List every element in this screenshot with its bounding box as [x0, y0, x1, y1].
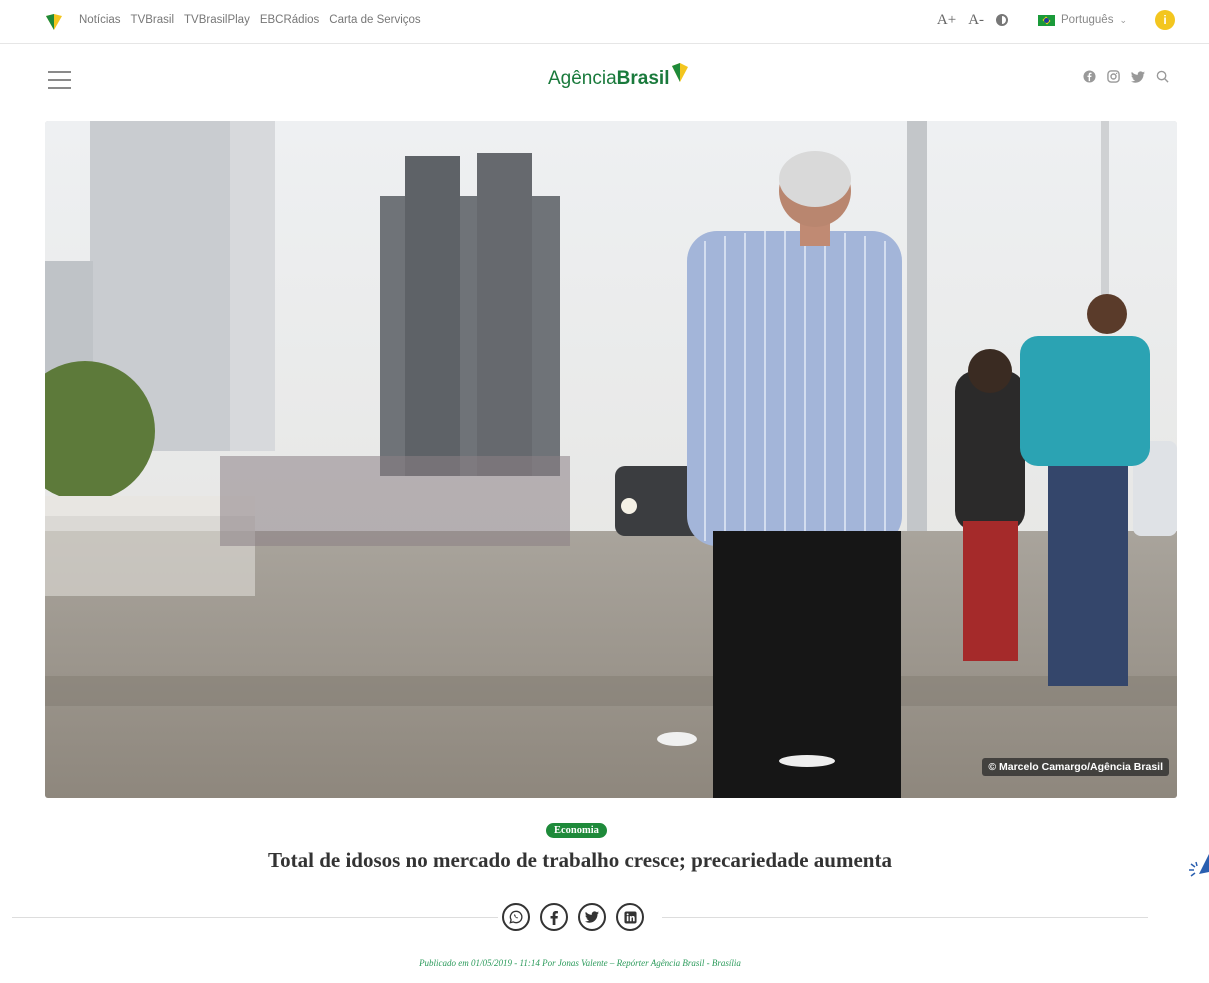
twitter-icon: [585, 911, 599, 923]
nav-tvbrasil[interactable]: TVBrasil: [131, 14, 174, 26]
photo-credit: © Marcelo Camargo/Agência Brasil: [982, 758, 1169, 776]
street-scene-illustration: [45, 121, 1177, 798]
share-linkedin-button[interactable]: [616, 903, 644, 931]
nav-ebcradios[interactable]: EBCRádios: [260, 14, 319, 26]
accessibility-icon[interactable]: i: [1155, 10, 1175, 30]
facebook-icon: [550, 910, 558, 925]
instagram-icon[interactable]: [1107, 70, 1120, 83]
brazil-flag-icon: [1038, 14, 1056, 26]
linkedin-icon: [623, 910, 637, 924]
category-badge[interactable]: Economia: [546, 823, 607, 838]
article-headline: Total de idosos no mercado de trabalho c…: [268, 848, 892, 872]
logo-text-regular: Agência: [548, 68, 617, 89]
language-label: Português: [1061, 14, 1114, 26]
divider-right: [662, 917, 1148, 918]
nav-noticias[interactable]: Notícias: [79, 14, 121, 26]
facebook-icon[interactable]: [1083, 70, 1096, 83]
chevron-down-icon: ⌄: [1119, 14, 1127, 25]
contrast-icon[interactable]: [996, 14, 1009, 26]
published-info: Publicado em 01/05/2019 - 11:14 Por Jona…: [419, 958, 741, 968]
ebc-logo-icon[interactable]: [44, 12, 64, 32]
top-utility-bar: Notícias TVBrasil TVBrasilPlay EBCRádios…: [0, 0, 1209, 44]
whatsapp-icon: [509, 910, 523, 924]
logo-text-bold: Brasil: [616, 68, 670, 89]
share-buttons: [502, 903, 644, 931]
hero-photo: © Marcelo Camargo/Agência Brasil: [45, 121, 1177, 798]
share-whatsapp-button[interactable]: [502, 903, 530, 931]
accessibility-tools: A+ A- Português ⌄ i: [937, 10, 1175, 30]
font-decrease-button[interactable]: A-: [968, 12, 984, 29]
nav-carta-de-servicos[interactable]: Carta de Serviços: [329, 14, 420, 26]
nav-tvbrasilplay[interactable]: TVBrasilPlay: [184, 14, 250, 26]
share-twitter-button[interactable]: [578, 903, 606, 931]
font-increase-button[interactable]: A+: [937, 12, 956, 29]
divider-left: [12, 917, 498, 918]
menu-icon[interactable]: [48, 71, 71, 91]
site-header: Agência Brasil: [0, 44, 1209, 120]
logo-leaf-icon: [672, 63, 689, 82]
language-selector[interactable]: Português ⌄: [1038, 14, 1127, 26]
agencia-brasil-logo[interactable]: Agência Brasil: [548, 63, 689, 90]
social-links: [1083, 70, 1169, 83]
twitter-icon[interactable]: [1131, 70, 1145, 83]
top-nav: Notícias TVBrasil TVBrasilPlay EBCRádios…: [79, 14, 421, 26]
vlibras-widget-icon[interactable]: [1187, 852, 1209, 882]
search-icon[interactable]: [1156, 70, 1169, 83]
share-facebook-button[interactable]: [540, 903, 568, 931]
